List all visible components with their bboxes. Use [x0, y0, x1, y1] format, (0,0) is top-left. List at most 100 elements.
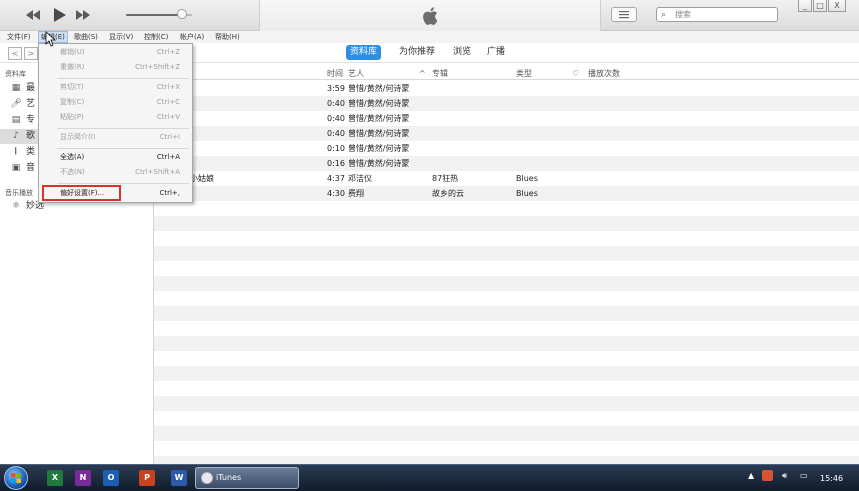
close-button[interactable]: X	[828, 0, 846, 12]
taskbar-item-itunes[interactable]: iTunes	[195, 467, 299, 489]
header-time[interactable]: 时间	[327, 68, 343, 79]
volume-slider[interactable]	[126, 9, 192, 19]
menu-item-undo[interactable]: 撤销(U) Ctrl+Z	[39, 45, 192, 60]
menu-view[interactable]: 显示(V)	[107, 31, 135, 43]
tab-radio[interactable]: 广播	[483, 45, 509, 60]
music-video-icon: ▣	[11, 163, 21, 173]
empty-table-row	[154, 276, 859, 291]
taskbar-item-label: iTunes	[216, 473, 242, 482]
start-button[interactable]	[4, 466, 28, 490]
tab-browse[interactable]: 浏览	[449, 45, 475, 60]
rewind-icon[interactable]	[24, 7, 42, 23]
word-icon[interactable]: W	[171, 470, 187, 486]
mouse-cursor-icon	[45, 31, 57, 47]
menu-item-shortcut: Ctrl+Shift+A	[135, 168, 180, 176]
play-icon[interactable]	[50, 7, 68, 23]
empty-table-row	[154, 336, 859, 351]
music-note-icon: ♪	[13, 131, 19, 141]
menu-song[interactable]: 歌曲(S)	[72, 31, 100, 43]
menu-item-cut[interactable]: 剪切(T) Ctrl+X	[39, 80, 192, 95]
menu-item-label: 不选(N)	[60, 168, 85, 176]
apple-logo-icon	[423, 7, 438, 25]
back-button[interactable]: <	[8, 47, 22, 60]
tray-expand-icon[interactable]: ▲	[748, 471, 754, 480]
network-tray-icon[interactable]: ▭	[800, 471, 808, 480]
menu-item-paste[interactable]: 粘贴(P) Ctrl+V	[39, 110, 192, 125]
menu-separator	[57, 183, 189, 184]
menu-item-copy[interactable]: 复制(C) Ctrl+C	[39, 95, 192, 110]
header-love[interactable]: ♡	[572, 68, 579, 79]
onenote-icon[interactable]: N	[75, 470, 91, 486]
sidebar-item-albums[interactable]: ▤ 专	[10, 113, 40, 128]
menu-item-label: 全选(A)	[60, 153, 85, 161]
column-headers: 时间 艺人 ^ 专辑 类型 ♡ 播放次数	[154, 67, 859, 80]
menu-item-select-all[interactable]: 全选(A) Ctrl+A	[39, 150, 192, 165]
song-time: 4:30	[327, 189, 345, 198]
volume-tray-icon[interactable]: 🔊︎	[782, 471, 787, 481]
empty-table-row	[154, 351, 859, 366]
table-row[interactable]: 下的小姑娘 4:37 邓洁仪 87狂热 Blues	[154, 171, 859, 186]
song-artist: 曾惜/黄然/何诗蒙	[348, 144, 410, 153]
header-artist[interactable]: 艺人	[348, 68, 364, 79]
song-list: 时间 艺人 ^ 专辑 类型 ♡ 播放次数 的3:59曾惜/黄然/何诗蒙的0:40…	[154, 63, 859, 471]
menu-item-shortcut: Ctrl+C	[156, 98, 180, 106]
outlook-icon[interactable]: O	[103, 470, 119, 486]
menu-item-shortcut: Ctrl+A	[156, 153, 180, 161]
menu-item-get-info[interactable]: 显示简介(I) Ctrl+I	[39, 130, 192, 145]
clock[interactable]: 15:46	[820, 465, 843, 491]
table-row[interactable]: 的0:40曾惜/黄然/何诗蒙	[154, 111, 859, 126]
volume-knob[interactable]	[177, 9, 188, 19]
menu-item-shortcut: Ctrl+X	[156, 83, 180, 91]
menu-controls[interactable]: 控制(C)	[142, 31, 170, 43]
forward-button[interactable]: >	[24, 47, 38, 60]
table-row[interactable]: 的0:10曾惜/黄然/何诗蒙	[154, 141, 859, 156]
menu-file[interactable]: 文件(F)	[5, 31, 33, 43]
menu-item-shortcut: Ctrl+Z	[156, 48, 180, 56]
menu-item-select-none[interactable]: 不选(N) Ctrl+Shift+A	[39, 165, 192, 180]
table-row[interactable]: 的0:40曾惜/黄然/何诗蒙	[154, 126, 859, 141]
menu-help[interactable]: 帮助(H)	[213, 31, 242, 43]
header-genre[interactable]: 类型	[516, 68, 532, 79]
sidebar-item-label: 歌	[26, 131, 36, 141]
sidebar-item-songs[interactable]: ♪ 歌	[0, 129, 40, 144]
empty-table-row	[154, 216, 859, 231]
table-row[interactable]: 的0:16曾惜/黄然/何诗蒙	[154, 156, 859, 171]
menu-item-redo[interactable]: 重做(R) Ctrl+Shift+Z	[39, 60, 192, 75]
list-view-button[interactable]	[611, 7, 637, 22]
tab-for-you[interactable]: 为你推荐	[395, 45, 439, 60]
header-album[interactable]: 专辑	[432, 68, 448, 79]
song-time: 0:40	[327, 99, 345, 108]
search-input[interactable]: ⌕ 搜索	[656, 7, 778, 22]
sidebar-item-recent[interactable]: ▦ 最	[10, 81, 40, 96]
sidebar-item-label: 专	[26, 115, 36, 125]
genius-icon: ⚛	[11, 201, 21, 211]
empty-table-row	[154, 291, 859, 306]
grid-icon: ▦	[11, 83, 21, 93]
maximize-button[interactable]: □	[813, 0, 827, 12]
song-time: 0:10	[327, 144, 345, 153]
header-plays[interactable]: 播放次数	[588, 68, 620, 79]
sidebar-item-label: 艺	[26, 99, 36, 109]
table-row[interactable]: 的云4:30费翔故乡的云Blues	[154, 186, 859, 201]
sidebar-item-music-videos[interactable]: ▣ 音	[10, 161, 40, 176]
empty-table-row	[154, 306, 859, 321]
sidebar-item-genres[interactable]: 𝄃 类	[10, 145, 40, 160]
empty-table-row	[154, 201, 859, 216]
menu-item-label: 剪切(T)	[60, 83, 84, 91]
sidebar-item-artists[interactable]: 🎤︎ 艺	[10, 97, 40, 112]
song-artist: 曾惜/黄然/何诗蒙	[348, 129, 410, 138]
minimize-button[interactable]: _	[798, 0, 812, 12]
excel-icon[interactable]: X	[47, 470, 63, 486]
menu-account[interactable]: 帐户(A)	[178, 31, 206, 43]
tray-app-icon[interactable]	[762, 470, 773, 481]
song-artist: 曾惜/黄然/何诗蒙	[348, 84, 410, 93]
powerpoint-icon[interactable]: P	[139, 470, 155, 486]
fast-forward-icon[interactable]	[74, 7, 92, 23]
empty-table-row	[154, 411, 859, 426]
song-artist: 曾惜/黄然/何诗蒙	[348, 99, 410, 108]
sidebar-item-label: 类	[26, 147, 36, 157]
tab-library[interactable]: 资料库	[346, 45, 382, 60]
sidebar-library-heading: 资料库	[5, 70, 26, 78]
table-row[interactable]: 的0:40曾惜/黄然/何诗蒙	[154, 96, 859, 111]
table-row[interactable]: 的3:59曾惜/黄然/何诗蒙	[154, 81, 859, 96]
